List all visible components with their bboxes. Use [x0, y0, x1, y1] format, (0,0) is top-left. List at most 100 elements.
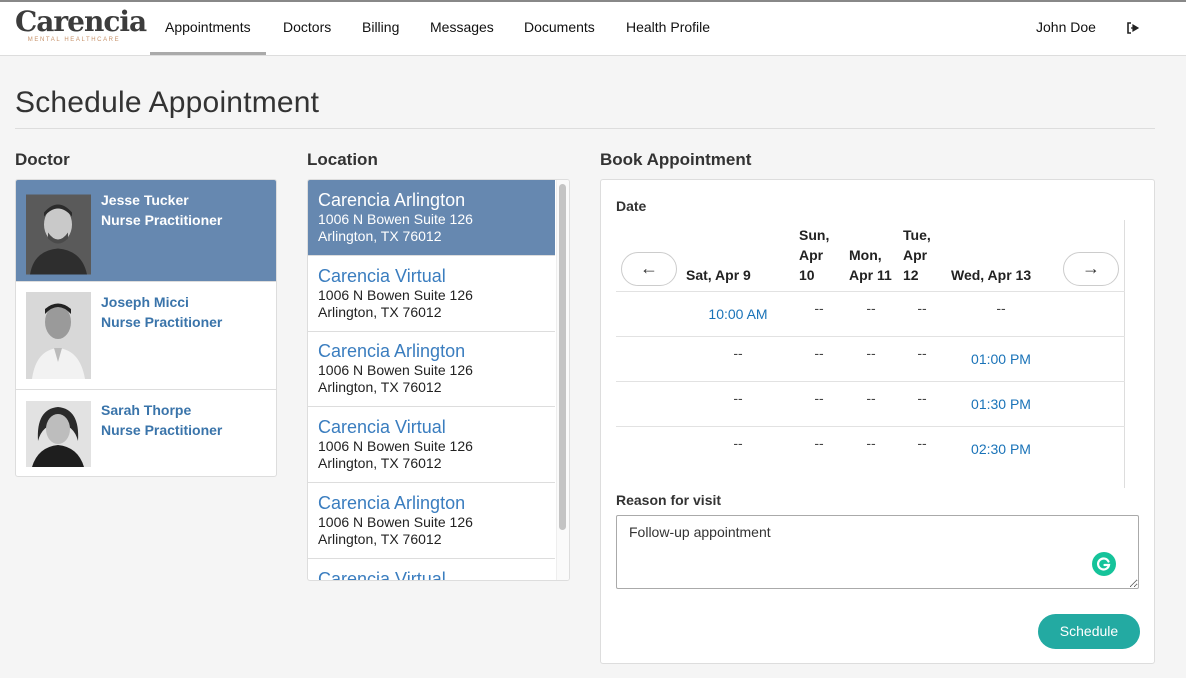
empty-slot: -- — [814, 300, 824, 316]
empty-slot: -- — [814, 390, 824, 406]
doctor-photo-sarah-thorpe — [26, 401, 91, 467]
location-address-line1: 1006 N Bowen Suite 126 — [318, 438, 473, 454]
empty-slot: -- — [917, 300, 927, 316]
location-name: Carencia Virtual — [318, 417, 446, 437]
empty-slot: -- — [866, 435, 876, 451]
day-header-line: Sun, — [799, 227, 830, 243]
doctor-item-joseph-micci[interactable]: Joseph Micci Nurse Practitioner — [16, 282, 276, 390]
day-header-mon-apr-11: Mon, Apr 11 — [849, 245, 892, 285]
empty-slot: -- — [917, 345, 927, 361]
grammarly-icon[interactable] — [1092, 552, 1116, 576]
reason-label: Reason for visit — [616, 492, 722, 508]
doctor-item-jesse-tucker[interactable]: Jesse Tucker Nurse Practitioner — [16, 180, 276, 282]
location-address-line1: 1006 N Bowen Suite 126 — [318, 211, 473, 227]
grid-row-divider — [616, 426, 1125, 427]
date-time-grid: ← → Sat, Apr 9 Sun, Apr 10 Mon, Apr 11 T… — [616, 220, 1126, 488]
day-header-line: Apr — [799, 247, 824, 263]
book-appointment-panel: Date ← → Sat, Apr 9 Sun, Apr 10 Mon, Apr… — [600, 179, 1155, 664]
location-item[interactable]: Carencia Arlington 1006 N Bowen Suite 12… — [308, 483, 555, 559]
date-label: Date — [616, 198, 647, 214]
location-item[interactable]: Carencia Arlington 1006 N Bowen Suite 12… — [308, 331, 555, 407]
empty-slot: -- — [996, 300, 1006, 316]
empty-slot: -- — [917, 435, 927, 451]
location-heading: Location — [307, 150, 378, 169]
location-name: Carencia Arlington — [318, 341, 466, 361]
prev-dates-button[interactable]: ← — [621, 252, 677, 286]
grid-row-divider — [616, 291, 1125, 292]
time-slot[interactable]: 01:00 PM — [961, 351, 1041, 367]
location-address-line2: Arlington, TX 76012 — [318, 455, 442, 471]
doctor-item-sarah-thorpe[interactable]: Sarah Thorpe Nurse Practitioner — [16, 390, 276, 476]
doctor-name: Sarah Thorpe — [101, 402, 192, 418]
empty-slot: -- — [814, 345, 824, 361]
grid-divider — [1124, 220, 1125, 488]
doctor-heading: Doctor — [15, 150, 70, 169]
location-address-line2: Arlington, TX 76012 — [318, 531, 442, 547]
time-slot[interactable]: 10:00 AM — [698, 306, 778, 322]
page-title: Schedule Appointment — [15, 86, 320, 119]
day-header-line: Apr — [903, 247, 928, 263]
location-item[interactable]: Carencia Virtual — [308, 559, 555, 581]
top-navbar: Carencia MENTAL HEALTHCARE Appointments … — [0, 0, 1186, 56]
nav-documents[interactable]: Documents — [509, 2, 610, 55]
day-header-sun-apr-10: Sun, Apr 10 — [799, 225, 829, 285]
title-divider — [15, 128, 1155, 129]
location-address-line2: Arlington, TX 76012 — [318, 228, 442, 244]
empty-slot: -- — [814, 435, 824, 451]
doctor-list: Jesse Tucker Nurse Practitioner Joseph M… — [15, 179, 277, 477]
empty-slot: -- — [733, 390, 743, 406]
location-name: Carencia Arlington — [318, 493, 466, 513]
brand-tagline: MENTAL HEALTHCARE — [27, 37, 121, 43]
empty-slot: -- — [733, 435, 743, 451]
location-name: Carencia Virtual — [318, 569, 446, 581]
empty-slot: -- — [866, 390, 876, 406]
doctor-role: Nurse Practitioner — [101, 422, 223, 438]
doctor-photo-jesse-tucker — [26, 194, 91, 275]
location-name: Carencia Virtual — [318, 266, 446, 286]
day-header-line: 12 — [903, 267, 919, 283]
nav-messages[interactable]: Messages — [415, 2, 509, 55]
day-header-tue-apr-12: Tue, Apr 12 — [903, 225, 931, 285]
empty-slot: -- — [917, 390, 927, 406]
location-address-line1: 1006 N Bowen Suite 126 — [318, 362, 473, 378]
day-header-sat-apr-9: Sat, Apr 9 — [686, 265, 751, 285]
nav-doctors[interactable]: Doctors — [268, 2, 346, 55]
location-item[interactable]: Carencia Virtual 1006 N Bowen Suite 126 … — [308, 256, 555, 332]
empty-slot: -- — [866, 345, 876, 361]
location-item[interactable]: Carencia Virtual 1006 N Bowen Suite 126 … — [308, 407, 555, 483]
book-heading: Book Appointment — [600, 150, 752, 169]
doctor-role: Nurse Practitioner — [101, 212, 223, 228]
grid-row-divider — [616, 336, 1125, 337]
location-list: Carencia Arlington 1006 N Bowen Suite 12… — [307, 179, 570, 581]
doctor-role: Nurse Practitioner — [101, 314, 223, 330]
location-address-line1: 1006 N Bowen Suite 126 — [318, 514, 473, 530]
logout-icon[interactable] — [1126, 21, 1140, 35]
location-scrollbar-thumb[interactable] — [559, 184, 566, 530]
day-header-line: Wed, Apr 13 — [951, 267, 1032, 283]
nav-appointments[interactable]: Appointments — [150, 2, 266, 55]
brand-logo[interactable]: Carencia MENTAL HEALTHCARE — [15, 7, 147, 51]
next-dates-button[interactable]: → — [1063, 252, 1119, 286]
location-item[interactable]: Carencia Arlington 1006 N Bowen Suite 12… — [308, 180, 555, 256]
nav-billing[interactable]: Billing — [347, 2, 414, 55]
day-header-line: Apr 11 — [849, 267, 892, 283]
day-header-line: Sat, Apr 9 — [686, 267, 751, 283]
time-slot[interactable]: 02:30 PM — [961, 441, 1041, 457]
empty-slot: -- — [866, 300, 876, 316]
day-header-line: Tue, — [903, 227, 931, 243]
doctor-photo-joseph-micci — [26, 292, 91, 379]
empty-slot: -- — [733, 345, 743, 361]
location-address-line2: Arlington, TX 76012 — [318, 379, 442, 395]
reason-textarea[interactable]: Follow-up appointment — [616, 515, 1139, 589]
location-address-line1: 1006 N Bowen Suite 126 — [318, 287, 473, 303]
time-slot[interactable]: 01:30 PM — [961, 396, 1041, 412]
user-name[interactable]: John Doe — [1036, 2, 1096, 55]
doctor-name: Joseph Micci — [101, 294, 189, 310]
location-address-line2: Arlington, TX 76012 — [318, 304, 442, 320]
location-name: Carencia Arlington — [318, 190, 466, 210]
day-header-line: 10 — [799, 267, 815, 283]
nav-health-profile[interactable]: Health Profile — [611, 2, 725, 55]
day-header-line: Mon, — [849, 247, 882, 263]
schedule-button[interactable]: Schedule — [1038, 614, 1140, 649]
grid-row-divider — [616, 381, 1125, 382]
